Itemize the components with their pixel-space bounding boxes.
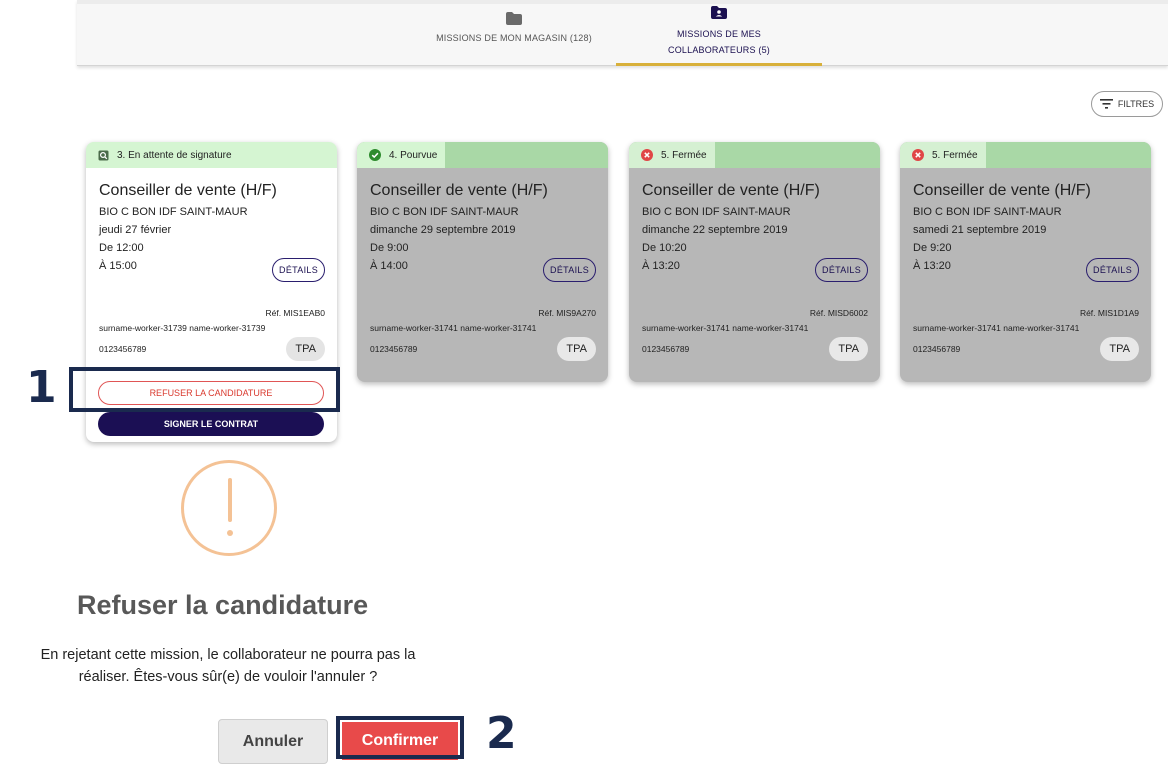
- annotation-number-2: 2: [486, 708, 517, 759]
- store-name: BIO C BON IDF SAINT-MAUR: [99, 206, 248, 218]
- status-label: 4. Pourvue: [389, 149, 438, 161]
- status-strip: 3. En attente de signature: [86, 142, 337, 168]
- mission-ref: Réf. MIS9A270: [538, 308, 596, 318]
- mission-card: 4. Pourvue Conseiller de vente (H/F) BIO…: [357, 142, 608, 382]
- store-name: BIO C BON IDF SAINT-MAUR: [642, 206, 791, 218]
- folder-icon: [506, 12, 522, 25]
- tpa-tag: TPA: [1100, 337, 1139, 361]
- worker-name: surname-worker-31741 name-worker-31741: [370, 323, 537, 333]
- filters-button[interactable]: FILTRES: [1091, 91, 1163, 117]
- job-title: Conseiller de vente (H/F): [99, 182, 277, 199]
- job-title: Conseiller de vente (H/F): [642, 182, 820, 199]
- annotation-box-2: [336, 716, 464, 759]
- status-label: 5. Fermée: [661, 149, 707, 161]
- details-button[interactable]: DÉTAILS: [272, 258, 325, 282]
- tab-missions-collaborateurs[interactable]: MISSIONS DE MES COLLABORATEURS (5): [616, 0, 822, 66]
- mission-date: jeudi 27 février: [99, 224, 172, 236]
- dialog-message: En rejetant cette mission, le collaborat…: [18, 644, 438, 688]
- store-name: BIO C BON IDF SAINT-MAUR: [913, 206, 1062, 218]
- annotation-number-1: 1: [26, 362, 57, 413]
- folder-user-icon: [711, 6, 727, 19]
- mission-ref: Réf. MISD6002: [809, 308, 868, 318]
- worker-name: surname-worker-31741 name-worker-31741: [642, 323, 809, 333]
- annotation-box-1: [69, 367, 340, 412]
- job-title: Conseiller de vente (H/F): [370, 182, 548, 199]
- warning-icon: [181, 460, 277, 556]
- mission-ref: Réf. MIS1EAB0: [265, 308, 325, 318]
- store-name: BIO C BON IDF SAINT-MAUR: [370, 206, 519, 218]
- mission-date: dimanche 29 septembre 2019: [370, 224, 516, 236]
- status-badge: 4. Pourvue: [357, 142, 446, 168]
- card-body: Conseiller de vente (H/F) BIO C BON IDF …: [900, 168, 1151, 272]
- tpa-tag: TPA: [286, 337, 325, 361]
- worker-name: surname-worker-31739 name-worker-31739: [99, 323, 266, 333]
- dialog-title: Refuser la candidature: [77, 590, 369, 620]
- filters-label: FILTRES: [1117, 99, 1155, 109]
- mission-ref: Réf. MIS1D1A9: [1079, 308, 1139, 318]
- worker-phone: 0123456789: [913, 344, 961, 354]
- start-time: De 9:00: [370, 242, 409, 254]
- x-circle-icon: [641, 149, 653, 161]
- status-strip: 4. Pourvue: [357, 142, 608, 168]
- status-badge: 5. Fermée: [629, 142, 715, 168]
- details-button[interactable]: DÉTAILS: [543, 258, 596, 282]
- x-circle-icon: [912, 149, 924, 161]
- mission-card: 5. Fermée Conseiller de vente (H/F) BIO …: [629, 142, 880, 382]
- start-time: De 10:20: [642, 242, 687, 254]
- card-body: Conseiller de vente (H/F) BIO C BON IDF …: [357, 168, 608, 272]
- warning-dot: [227, 530, 233, 536]
- worker-phone: 0123456789: [370, 344, 418, 354]
- cancel-button[interactable]: Annuler: [218, 719, 328, 764]
- worker-phone: 0123456789: [99, 344, 147, 354]
- details-button[interactable]: DÉTAILS: [815, 258, 868, 282]
- job-title: Conseiller de vente (H/F): [913, 182, 1091, 199]
- status-strip: 5. Fermée: [900, 142, 1151, 168]
- card-body: Conseiller de vente (H/F) BIO C BON IDF …: [629, 168, 880, 272]
- tab-label-line1: MISSIONS DE MES: [676, 29, 761, 39]
- details-button[interactable]: DÉTAILS: [1086, 258, 1139, 282]
- filter-icon: [1099, 99, 1113, 109]
- active-tab-indicator: [616, 63, 822, 66]
- check-circle-icon: [369, 149, 381, 161]
- tab-bar: MISSIONS DE MON MAGASIN (128) MISSIONS D…: [77, 0, 1168, 66]
- worker-name: surname-worker-31741 name-worker-31741: [913, 323, 1080, 333]
- tab-label-line2: COLLABORATEURS (5): [668, 45, 770, 55]
- pending-signature-icon: [98, 150, 109, 160]
- tpa-tag: TPA: [557, 337, 596, 361]
- tab-missions-magasin[interactable]: MISSIONS DE MON MAGASIN (128): [427, 0, 601, 66]
- start-time: De 9:20: [913, 242, 952, 254]
- status-strip: 5. Fermée: [629, 142, 880, 168]
- sign-contract-button[interactable]: SIGNER LE CONTRAT: [98, 412, 324, 436]
- tpa-tag: TPA: [829, 337, 868, 361]
- mission-date: samedi 21 septembre 2019: [913, 224, 1047, 236]
- card-body: Conseiller de vente (H/F) BIO C BON IDF …: [86, 168, 337, 272]
- mission-card: 5. Fermée Conseiller de vente (H/F) BIO …: [900, 142, 1151, 382]
- tab-label: MISSIONS DE MON MAGASIN (128): [436, 33, 592, 43]
- status-label: 3. En attente de signature: [117, 149, 232, 161]
- mission-date: dimanche 22 septembre 2019: [642, 224, 788, 236]
- dialog-message-line2: réaliser. Êtes-vous sûr(e) de vouloir l'…: [78, 669, 378, 685]
- warning-bar: [228, 478, 232, 522]
- worker-phone: 0123456789: [642, 344, 690, 354]
- start-time: De 12:00: [99, 242, 144, 254]
- status-badge: 5. Fermée: [900, 142, 986, 168]
- status-badge: 3. En attente de signature: [86, 142, 240, 168]
- dialog-message-line1: En rejetant cette mission, le collaborat…: [40, 647, 416, 663]
- status-label: 5. Fermée: [932, 149, 978, 161]
